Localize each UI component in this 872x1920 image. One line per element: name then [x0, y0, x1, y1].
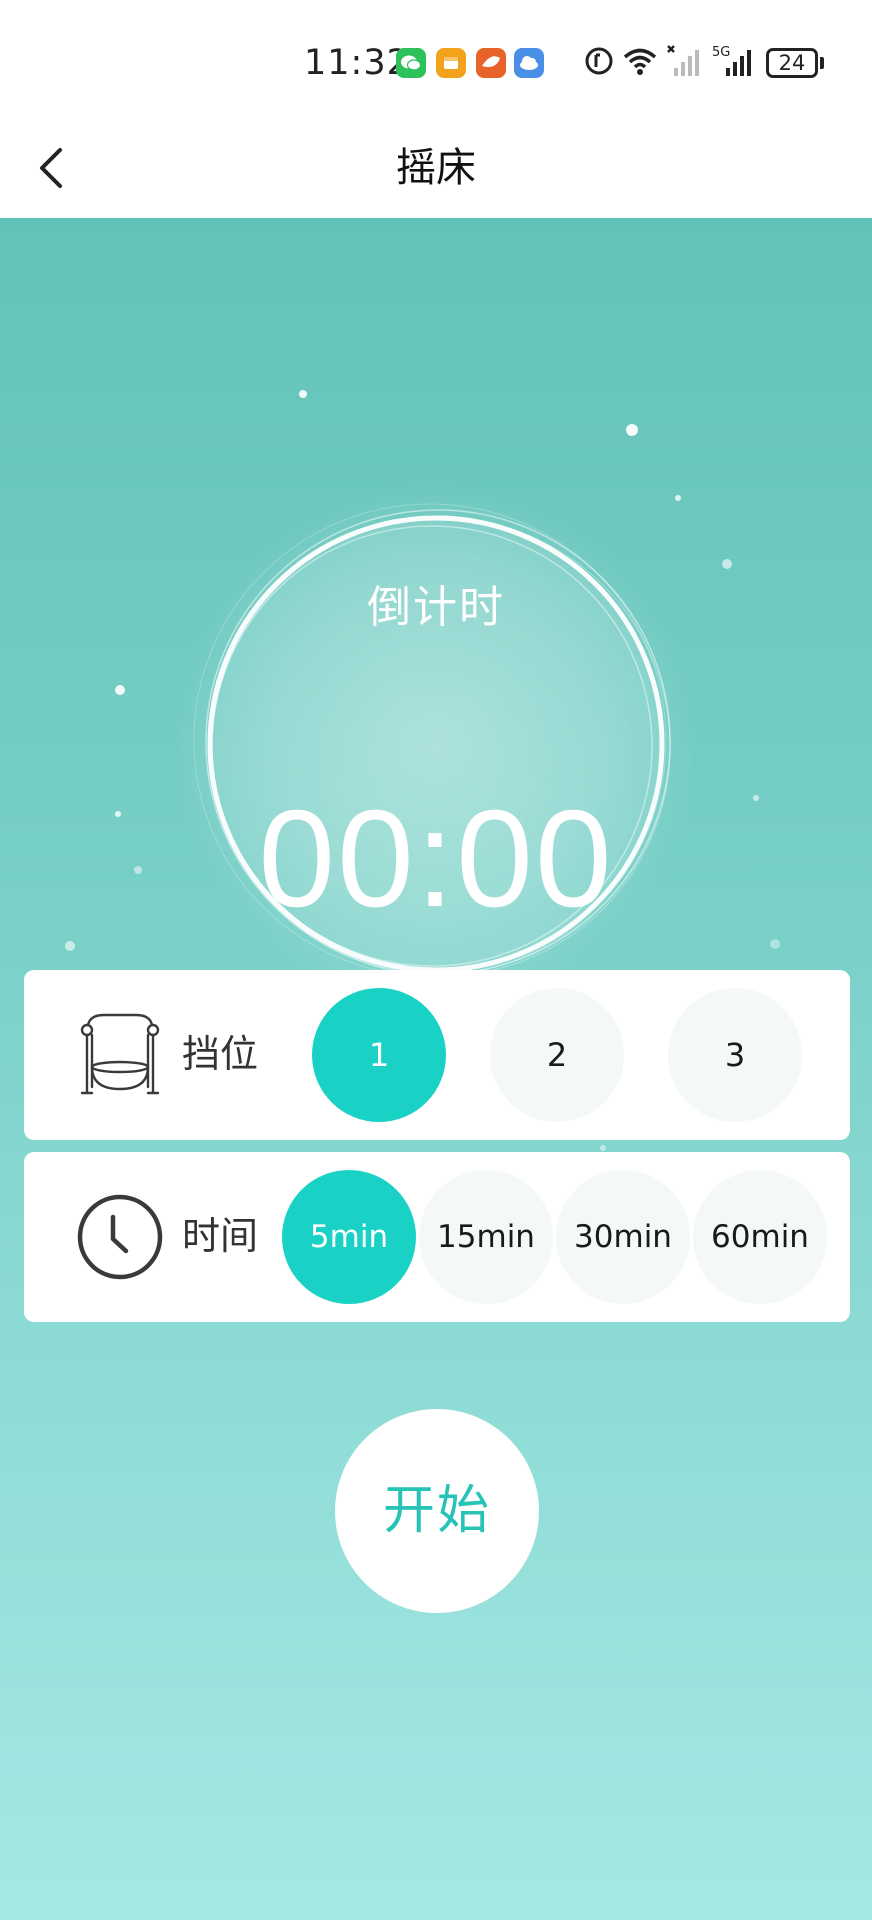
battery-level: 24: [778, 51, 806, 75]
start-button[interactable]: 开始: [335, 1409, 539, 1613]
gear-card: 挡位 1 2 3: [24, 970, 850, 1140]
battery-icon: 24: [766, 48, 818, 78]
duration-option-5min[interactable]: 5min: [282, 1170, 416, 1304]
wechat-icon: [396, 48, 426, 78]
app-header: 摇床: [0, 118, 872, 218]
svg-text:5G: 5G: [712, 45, 730, 60]
countdown-value: 00:00: [258, 782, 614, 936]
battery-tip: [820, 57, 824, 69]
status-bar: 11:32 5G 24: [0, 0, 872, 118]
swing-bed-icon: [80, 1013, 160, 1095]
duration-label: 时间: [182, 1214, 259, 1258]
duration-option-60min[interactable]: 60min: [693, 1170, 827, 1304]
signal-muted-icon: [667, 45, 699, 76]
app-orange-icon: [436, 48, 466, 78]
clock-icon: [77, 1194, 163, 1280]
app-red-icon: [476, 48, 506, 78]
wifi-icon: [623, 48, 657, 75]
duration-card: 时间 5min 15min 30min 60min: [24, 1152, 850, 1322]
page-title: 摇床: [396, 145, 476, 191]
gear-label: 挡位: [182, 1032, 259, 1076]
duration-option-30min[interactable]: 30min: [556, 1170, 690, 1304]
gear-option-2[interactable]: 2: [490, 988, 624, 1122]
hd-call-icon: [585, 47, 613, 75]
cloud-icon: [514, 48, 544, 78]
countdown-label: 倒计时: [367, 582, 505, 633]
gear-option-1[interactable]: 1: [312, 988, 446, 1122]
gear-option-3[interactable]: 3: [668, 988, 802, 1122]
status-time: 11:32: [304, 43, 410, 83]
duration-option-15min[interactable]: 15min: [419, 1170, 553, 1304]
signal-5g-icon: 5G: [712, 45, 751, 76]
